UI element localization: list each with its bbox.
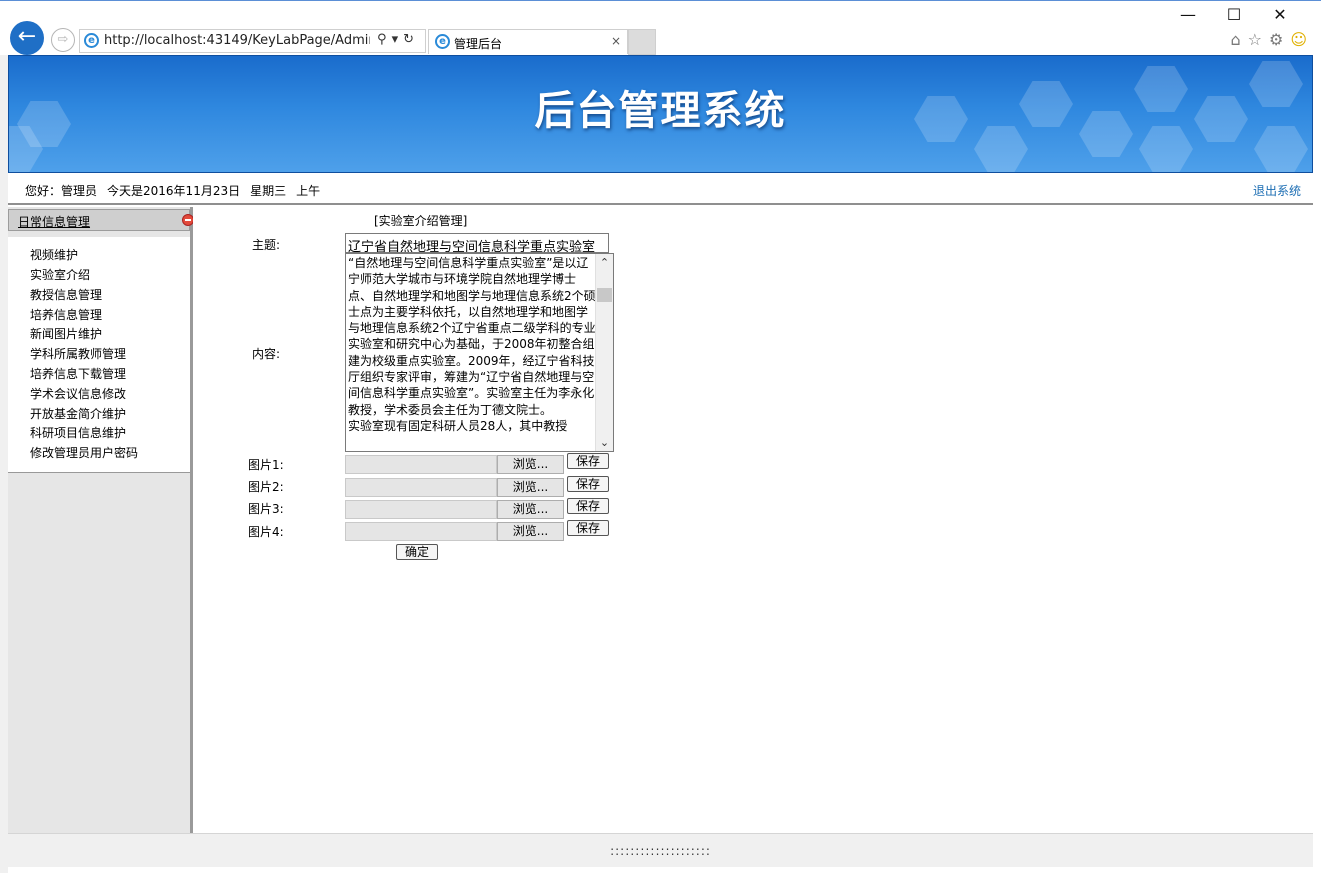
address-search-refresh-icons[interactable]: ⚲▾↻ (377, 32, 419, 47)
image2-file-field[interactable] (345, 478, 497, 497)
current-period: 上午 (296, 184, 321, 198)
confirm-button[interactable]: 确定 (396, 544, 438, 560)
image3-browse-button[interactable]: 浏览... (497, 500, 564, 519)
sidebar-section-header[interactable]: 日常信息管理 (8, 209, 194, 231)
home-icon[interactable]: ⌂ (1230, 30, 1240, 49)
feedback-smiley-icon[interactable]: ☺ (1290, 30, 1307, 49)
subject-input[interactable]: 辽宁省自然地理与空间信息科学重点实验室 (345, 233, 609, 253)
footer: :::::::::::::::::::: (8, 833, 1313, 867)
image2-save-button[interactable]: 保存 (567, 476, 609, 492)
new-tab-button[interactable] (628, 29, 656, 55)
left-edge-strip (0, 55, 8, 873)
ie-page-icon: e (84, 33, 99, 48)
form-heading: [实验室介绍管理] (374, 214, 468, 228)
info-bar: 您好：管理员 今天是2016年11月23日 星期三 上午 退出系统 (8, 175, 1313, 205)
sidebar-menu: 视频维护 实验室介绍 教授信息管理 培养信息管理 新闻图片维护 学科所属教师管理… (8, 237, 190, 473)
greeting-user: 您好：管理员 (25, 184, 98, 198)
dropdown-icon[interactable]: ▾ (392, 32, 404, 47)
tab-title: 管理后台 (454, 37, 503, 51)
current-weekday: 星期三 (250, 184, 287, 198)
sidebar-item-research-projects[interactable]: 科研项目信息维护 (30, 424, 126, 441)
tab-close-icon[interactable]: × (611, 34, 621, 48)
sidebar-item-video[interactable]: 视频维护 (30, 246, 78, 263)
sidebar: 日常信息管理 视频维护 实验室介绍 教授信息管理 培养信息管理 新闻图片维护 学… (8, 207, 194, 833)
footer-text: :::::::::::::::::::: (610, 844, 711, 858)
image2-browse-button[interactable]: 浏览... (497, 478, 564, 497)
window-controls: — ☐ ✕ (1165, 5, 1303, 24)
textarea-scrollbar[interactable]: ⌃ ⌄ (595, 254, 613, 451)
address-url[interactable]: http://localhost:43149/KeyLabPage/Admin/… (104, 33, 370, 48)
sidebar-item-conferences[interactable]: 学术会议信息修改 (30, 385, 126, 402)
content-text[interactable]: “自然地理与空间信息科学重点实验室”是以辽宁师范大学城市与环境学院自然地理学博士… (348, 255, 596, 434)
image4-save-button[interactable]: 保存 (567, 520, 609, 536)
image4-file-field[interactable] (345, 522, 497, 541)
image1-browse-button[interactable]: 浏览... (497, 455, 564, 474)
forward-arrow-icon[interactable]: ⇨ (51, 28, 75, 52)
image4-browse-button[interactable]: 浏览... (497, 522, 564, 541)
browser-tab-active[interactable]: e 管理后台 × (428, 29, 628, 54)
image3-label: 图片3: (248, 502, 284, 516)
sidebar-item-change-password[interactable]: 修改管理员用户密码 (30, 444, 138, 461)
image4-label: 图片4: (248, 525, 284, 539)
banner-title: 后台管理系统 (534, 88, 787, 134)
scroll-up-icon[interactable]: ⌃ (596, 254, 613, 271)
ie-tab-icon: e (435, 34, 450, 49)
subject-label: 主题: (252, 238, 281, 252)
image3-save-button[interactable]: 保存 (567, 498, 609, 514)
sidebar-item-training-downloads[interactable]: 培养信息下载管理 (30, 365, 126, 382)
sidebar-item-lab-intro[interactable]: 实验室介绍 (30, 266, 90, 283)
header-banner: 后台管理系统 (8, 55, 1313, 173)
image1-label: 图片1: (248, 458, 284, 472)
maximize-icon[interactable]: ☐ (1211, 5, 1257, 24)
sidebar-item-training[interactable]: 培养信息管理 (30, 306, 102, 323)
refresh-icon[interactable]: ↻ (403, 32, 419, 47)
image3-file-field[interactable] (345, 500, 497, 519)
content-label: 内容: (252, 347, 281, 361)
image1-file-field[interactable] (345, 455, 497, 474)
sidebar-item-teachers[interactable]: 学科所属教师管理 (30, 345, 126, 362)
sidebar-item-news-images[interactable]: 新闻图片维护 (30, 325, 102, 342)
browser-toolbar: ← ⇨ e http://localhost:43149/KeyLabPage/… (0, 0, 1321, 56)
scroll-thumb[interactable] (597, 288, 612, 302)
content-textarea[interactable]: “自然地理与空间信息科学重点实验室”是以辽宁师范大学城市与环境学院自然地理学博士… (345, 253, 614, 452)
address-bar[interactable]: e http://localhost:43149/KeyLabPage/Admi… (79, 29, 426, 53)
browser-toolbar-icons: ⌂ ☆ ⚙ ☺ (1223, 30, 1307, 49)
search-icon[interactable]: ⚲ (377, 32, 392, 47)
logout-link[interactable]: 退出系统 (1253, 182, 1301, 199)
scroll-down-icon[interactable]: ⌄ (596, 434, 613, 451)
image2-label: 图片2: (248, 480, 284, 494)
current-date: 今天是2016年11月23日 (107, 184, 241, 198)
sidebar-item-open-fund[interactable]: 开放基金简介维护 (30, 405, 126, 422)
back-arrow-icon[interactable]: ← (10, 21, 44, 55)
settings-gear-icon[interactable]: ⚙ (1269, 30, 1283, 49)
close-window-icon[interactable]: ✕ (1257, 5, 1303, 24)
minimize-icon[interactable]: — (1165, 5, 1211, 24)
image1-save-button[interactable]: 保存 (567, 453, 609, 469)
sidebar-item-professors[interactable]: 教授信息管理 (30, 286, 102, 303)
favorites-star-icon[interactable]: ☆ (1248, 30, 1262, 49)
sidebar-section-title[interactable]: 日常信息管理 (18, 213, 90, 230)
greeting-line: 您好：管理员 今天是2016年11月23日 星期三 上午 (25, 182, 330, 199)
